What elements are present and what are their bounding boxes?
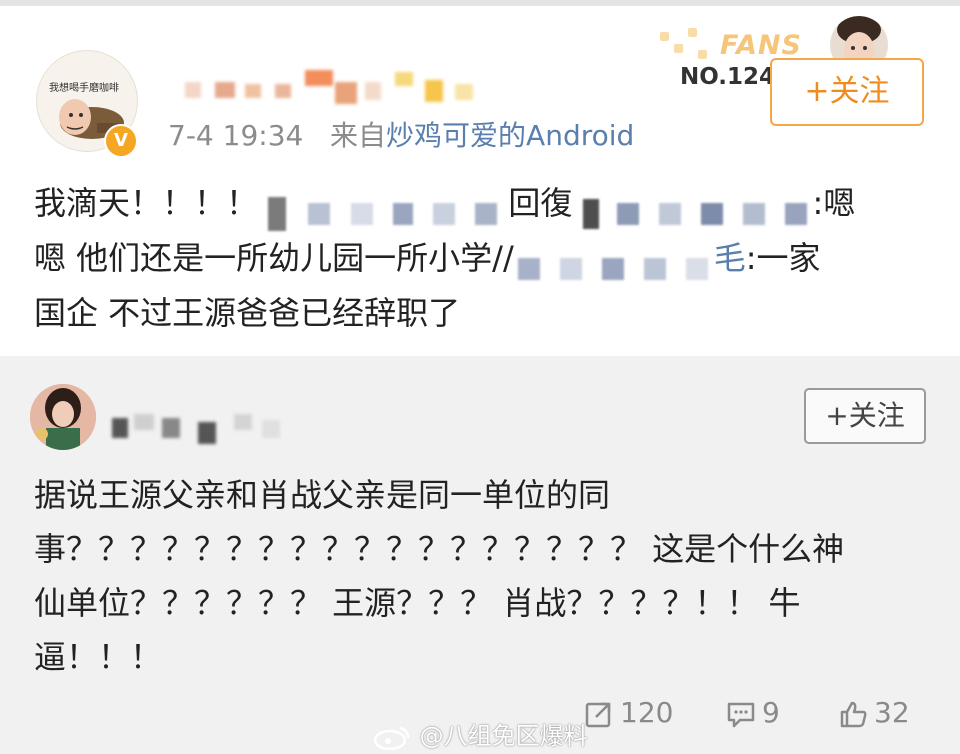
comment-body-line: 事？？？？？？？？？？？？？？？？？？ 这是个什么神 bbox=[34, 530, 845, 568]
repost-icon bbox=[585, 702, 611, 728]
comment-body-line: 仙单位？？？？？？ 王源？？？ 肖战？？？？！！ 牛 bbox=[34, 584, 801, 622]
comment-icon bbox=[727, 702, 755, 728]
post-body-line: 国企 不过王源爸爸已经辞职了 bbox=[34, 294, 461, 332]
body-text: :一家 bbox=[745, 239, 821, 277]
username-redacted bbox=[175, 62, 525, 110]
comment-action[interactable]: 9 bbox=[726, 696, 780, 729]
body-text: :嗯 bbox=[812, 184, 856, 222]
repost-count: 120 bbox=[620, 696, 674, 729]
like-icon bbox=[840, 701, 867, 728]
comment-body-line: 据说王源父亲和肖战父亲是同一单位的同 bbox=[34, 476, 611, 514]
like-count: 32 bbox=[874, 696, 910, 729]
body-text: 嗯 他们还是一所幼儿园一所小学// bbox=[34, 239, 514, 277]
post-body: 我滴天！！！！ 回復 :嗯 嗯 他们还是一所幼儿园一所小学// 毛:一家 国企 bbox=[34, 176, 924, 341]
commenter-avatar[interactable] bbox=[30, 384, 96, 450]
redacted-mention bbox=[268, 185, 498, 231]
follow-button[interactable]: +关注 bbox=[804, 388, 926, 444]
weibo-logo-icon bbox=[373, 726, 410, 751]
body-text: 我滴天！！！！ bbox=[34, 184, 259, 222]
like-action[interactable]: 32 bbox=[838, 696, 910, 729]
comment-body: 据说王源父亲和肖战父亲是同一单位的同 事？？？？？？？？？？？？？？？？？？ 这… bbox=[34, 468, 934, 684]
post-body-line: 我滴天！！！！ 回復 :嗯 bbox=[34, 176, 924, 231]
verified-icon: V bbox=[104, 124, 138, 158]
redacted-mention bbox=[582, 185, 813, 229]
redacted-mention[interactable] bbox=[514, 240, 714, 280]
watermark: @八组免区爆料 bbox=[372, 716, 588, 751]
body-text: 回復 bbox=[508, 184, 573, 222]
comment-count: 9 bbox=[762, 696, 780, 729]
fans-label: FANS bbox=[720, 30, 802, 61]
comment-body-line: 逼！！！ bbox=[34, 638, 163, 676]
follow-button[interactable]: +关注 bbox=[770, 58, 924, 126]
watermark-text: @八组免区爆料 bbox=[419, 722, 588, 750]
post-timestamp: 7-4 19:34 bbox=[168, 119, 304, 152]
repost-action[interactable]: 120 bbox=[584, 696, 673, 729]
source-link[interactable]: 炒鸡可爱的Android bbox=[386, 119, 634, 152]
source-prefix: 来自 bbox=[330, 119, 387, 152]
post-body-line: 嗯 他们还是一所幼儿园一所小学// 毛:一家 bbox=[34, 231, 924, 286]
commenter-name-redacted bbox=[112, 406, 312, 446]
mention-link[interactable]: 毛 bbox=[714, 239, 746, 277]
avatar-caption: 我想喝手磨咖啡 bbox=[49, 83, 119, 94]
post-meta: 7-4 19:34 来自炒鸡可爱的Android bbox=[168, 114, 634, 154]
